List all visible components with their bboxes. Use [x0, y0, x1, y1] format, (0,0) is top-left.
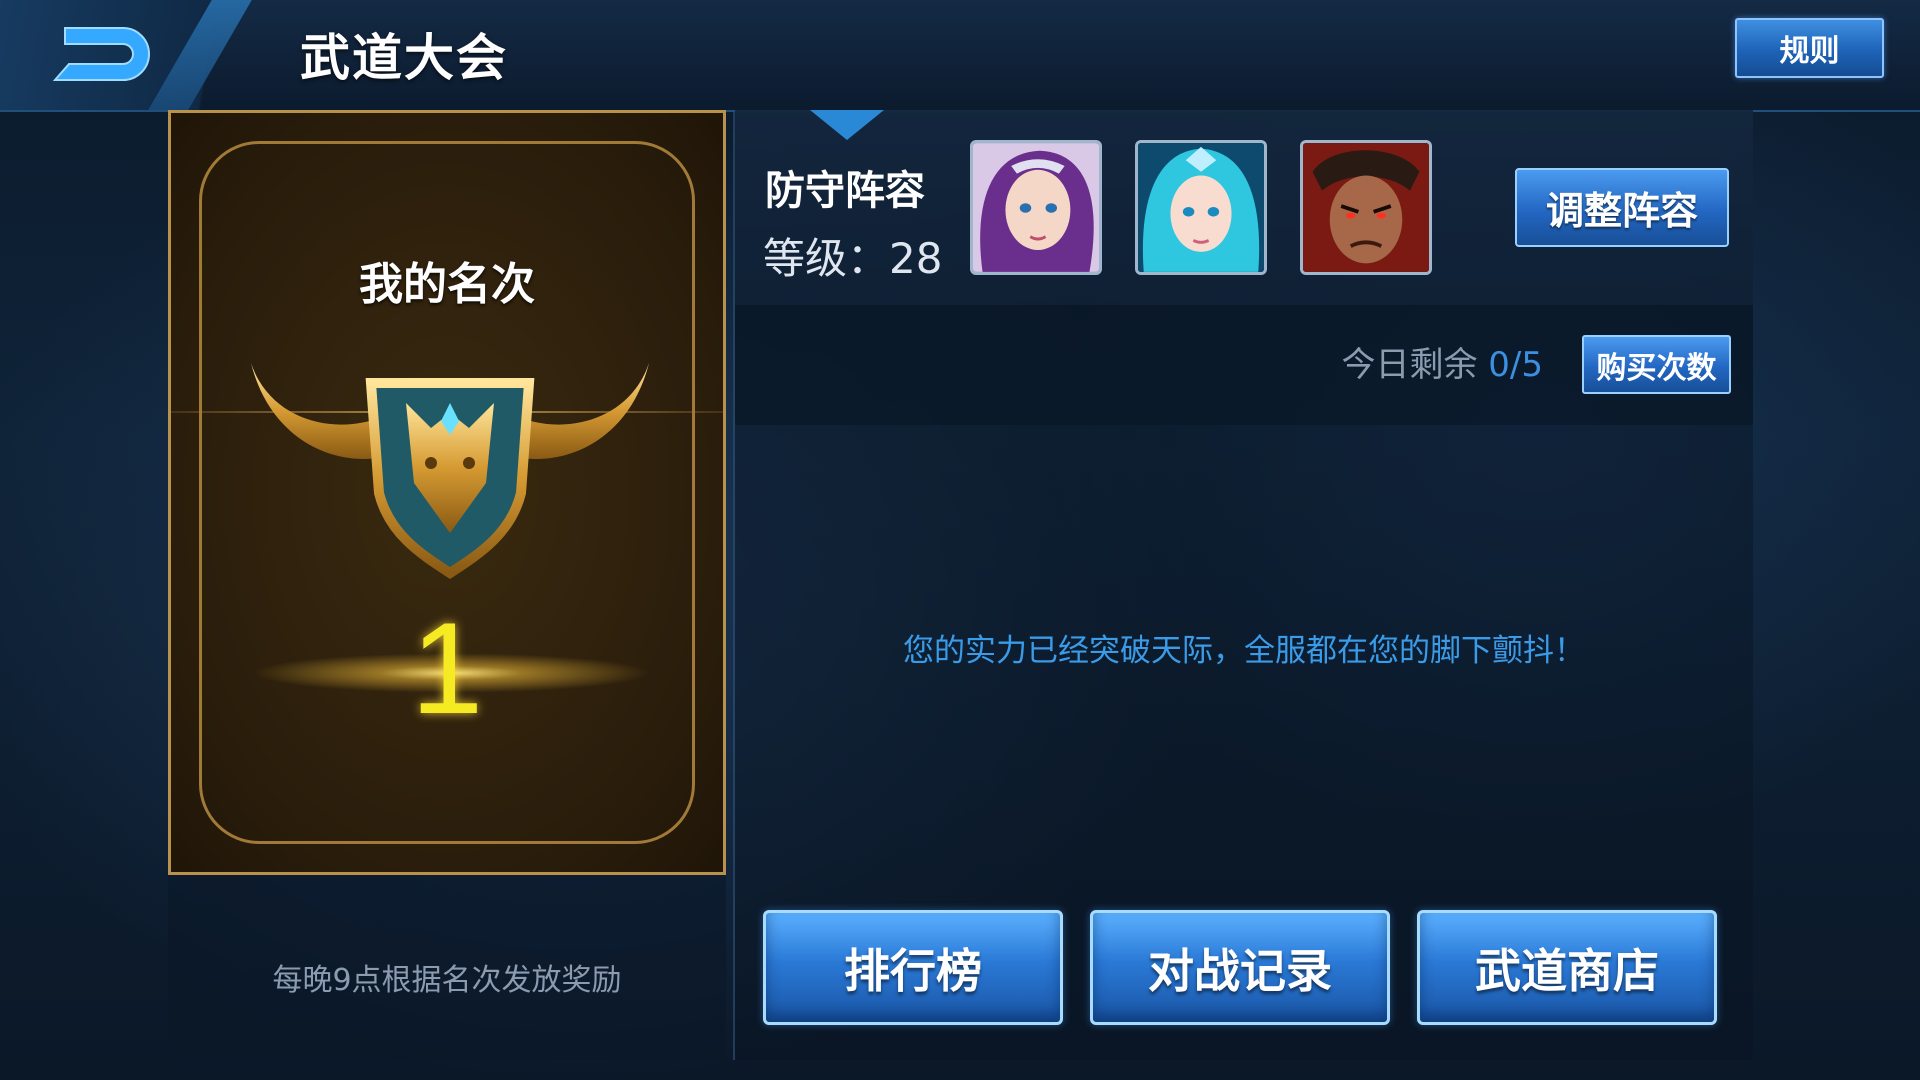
rank-number: 1: [410, 595, 484, 741]
shop-button[interactable]: 武道商店: [1417, 910, 1717, 1025]
hero-purple-hair-icon: [973, 143, 1099, 272]
defense-lineup-bar: 防守阵容 等级：28 调整阵容: [735, 110, 1753, 305]
reward-panel: 每晚9点根据名次发放奖励: [168, 875, 726, 1060]
back-icon: [52, 27, 150, 81]
hero-red-warrior-icon: [1303, 143, 1429, 272]
chevron-down-icon: [810, 110, 884, 140]
buy-attempts-button[interactable]: 购买次数: [1582, 335, 1731, 394]
defense-lineup-title: 防守阵容: [765, 168, 925, 214]
top-bar: 武道大会 规则: [0, 0, 1920, 112]
battle-record-button[interactable]: 对战记录: [1090, 910, 1390, 1025]
hero-cyan-hair-icon: [1138, 143, 1264, 272]
main-panel: 防守阵容 等级：28 调整阵容 今日剩余 0/5 购买次数 您的实力已经突破天际…: [733, 110, 1753, 1060]
attempts-value: 0/5: [1488, 345, 1543, 385]
attempts-remaining: 今日剩余 0/5: [1341, 337, 1543, 386]
page-title: 武道大会: [300, 29, 508, 87]
status-message: 您的实力已经突破天际，全服都在您的脚下颤抖！: [903, 633, 1585, 669]
lineup-level: 等级：28: [763, 225, 942, 286]
hero-portrait-2[interactable]: [1135, 140, 1267, 275]
level-label: 等级：: [763, 234, 890, 283]
reward-note: 每晚9点根据名次发放奖励: [272, 963, 622, 998]
adjust-lineup-button[interactable]: 调整阵容: [1515, 168, 1729, 247]
rank-title: 我的名次: [359, 259, 535, 310]
rank-emblem-icon: [251, 363, 649, 579]
level-value: 28: [889, 234, 943, 283]
rank-card: 我的名次 1: [168, 110, 726, 875]
attempts-row: 今日剩余 0/5 购买次数: [735, 305, 1753, 425]
attempts-label: 今日剩余: [1341, 345, 1478, 385]
leaderboard-button[interactable]: 排行榜: [763, 910, 1063, 1025]
hero-portrait-3[interactable]: [1300, 140, 1432, 275]
hero-portrait-1[interactable]: [970, 140, 1102, 275]
rules-button[interactable]: 规则: [1735, 18, 1884, 78]
